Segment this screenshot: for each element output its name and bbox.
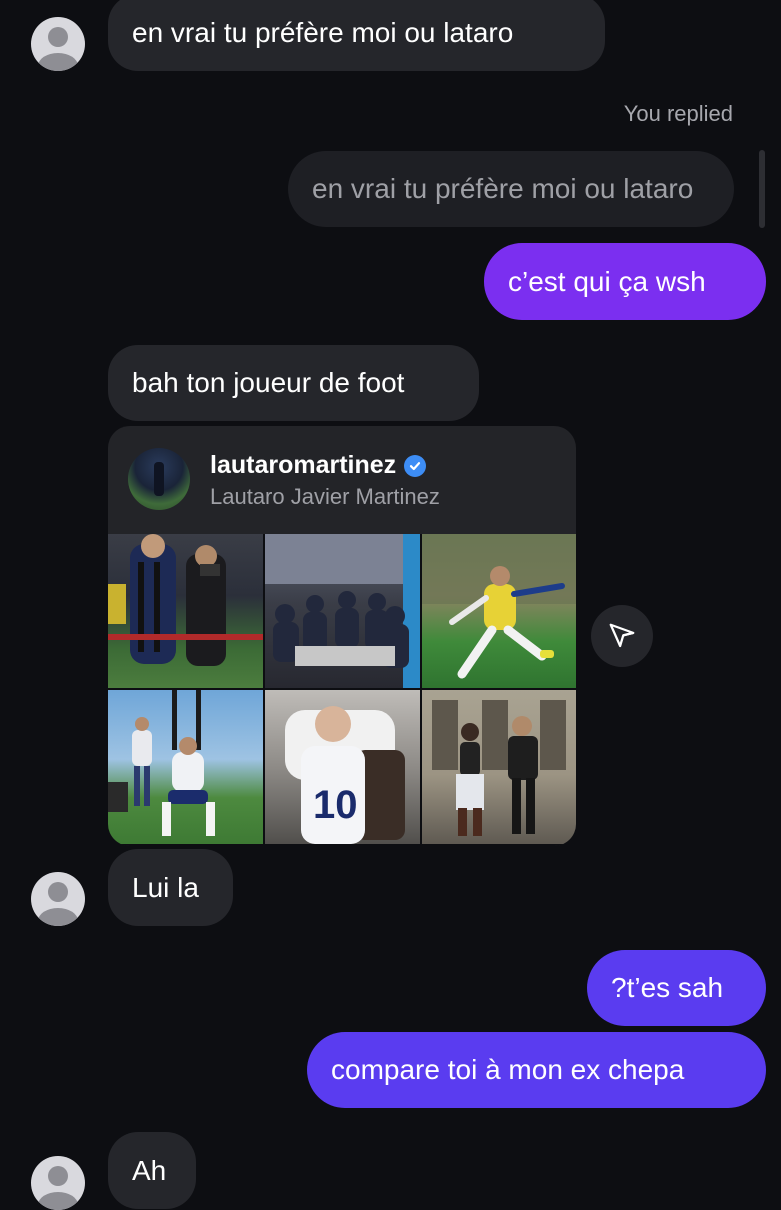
replied-label: You replied (623, 101, 733, 126)
scrollbar[interactable] (759, 150, 765, 228)
outgoing-message[interactable]: compare toi à mon ex chepa (307, 1032, 766, 1108)
outgoing-message[interactable]: c’est qui ça wsh (484, 243, 766, 320)
default-user-icon (48, 882, 68, 902)
message-text: Lui la (132, 871, 199, 903)
profile-full-name: Lautaro Javier Martinez (210, 484, 440, 509)
photo-player-interviewed[interactable] (108, 534, 263, 688)
message-text: ?t’es sah (611, 972, 724, 1003)
incoming-message[interactable]: en vrai tu préfère moi ou lataro (108, 0, 605, 71)
send-paper-plane-icon (609, 623, 635, 648)
verified-badge-icon (404, 454, 427, 477)
outgoing-message[interactable]: ?t’es sah (587, 950, 766, 1026)
profile-photo-grid: 10 (108, 534, 576, 846)
default-user-icon (48, 1166, 68, 1186)
message-text: en vrai tu préfère moi ou lataro (132, 16, 514, 48)
photo-couple-walking[interactable] (422, 690, 576, 844)
incoming-message[interactable]: Ah (108, 1132, 196, 1209)
svg-text:10: 10 (313, 783, 358, 827)
profile-avatar[interactable] (128, 448, 190, 510)
shared-profile-header[interactable]: lautaromartinez Lautaro Javier Martinez (108, 426, 576, 534)
message-text: bah ton joueur de foot (132, 367, 405, 398)
message-text: compare toi à mon ex chepa (331, 1054, 685, 1085)
photo-player-kicking[interactable] (422, 534, 576, 688)
message-text: Ah (132, 1154, 167, 1186)
profile-username: lautaromartinez (210, 451, 397, 479)
share-button[interactable] (591, 605, 653, 667)
shared-profile-card[interactable]: lautaromartinez Lautaro Javier Martinez (108, 426, 576, 846)
incoming-message[interactable]: bah ton joueur de foot (108, 345, 479, 421)
sender-avatar[interactable] (31, 1156, 85, 1210)
photo-child-jersey[interactable]: 10 (265, 690, 420, 844)
sender-avatar[interactable] (31, 872, 85, 926)
sender-avatar[interactable] (31, 17, 85, 71)
quoted-text: en vrai tu préfère moi ou lataro (312, 173, 694, 204)
photo-team-dinner[interactable] (265, 534, 420, 688)
quoted-message[interactable]: en vrai tu préfère moi ou lataro (288, 151, 734, 227)
incoming-message[interactable]: Lui la (108, 849, 233, 926)
message-text: c’est qui ça wsh (508, 265, 706, 297)
photo-player-training[interactable] (108, 690, 263, 844)
default-user-icon (48, 27, 68, 47)
